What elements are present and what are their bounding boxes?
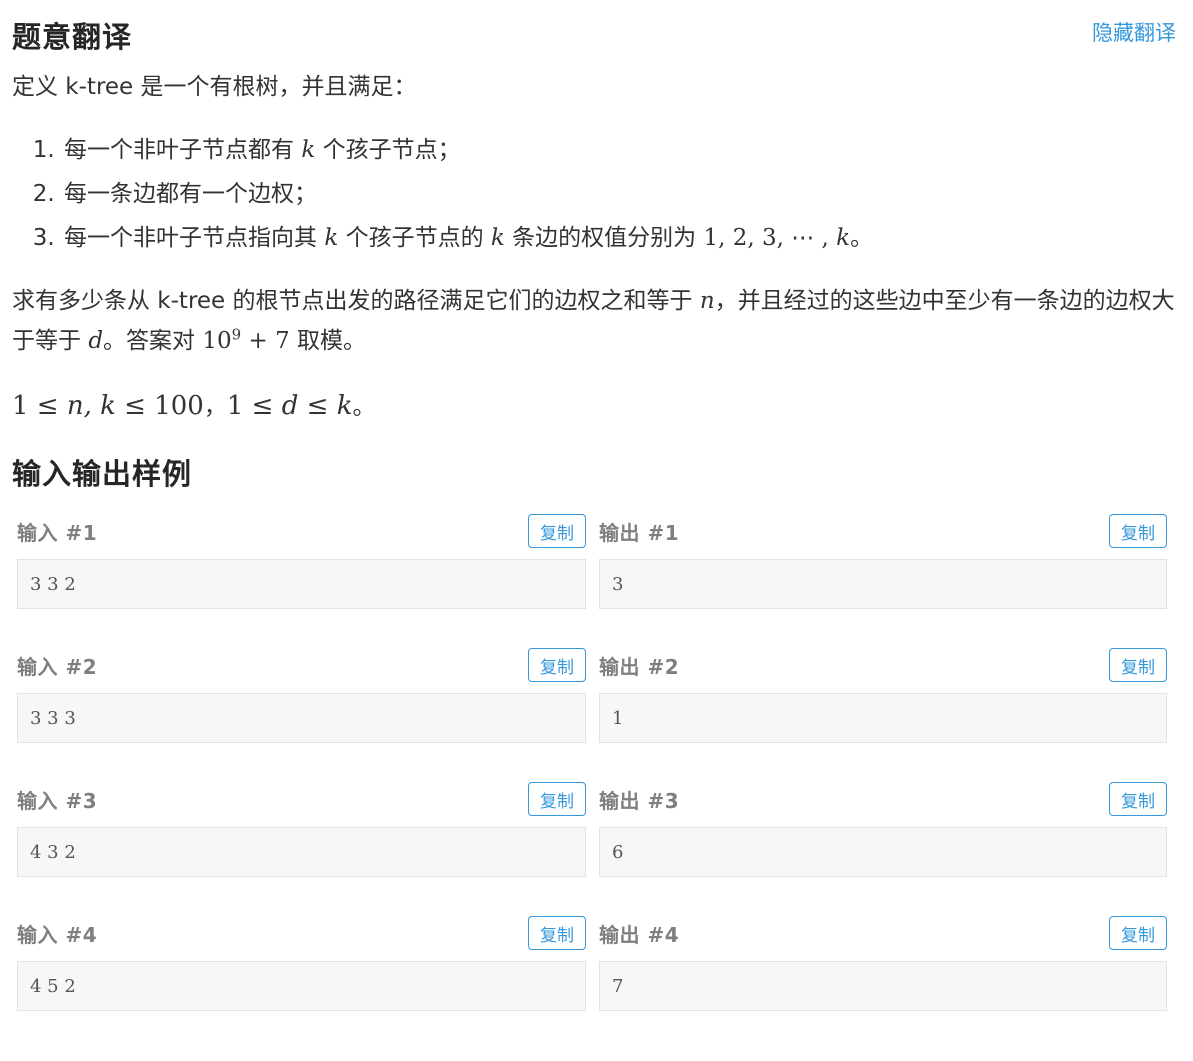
constraint-2-mid: ≤ xyxy=(298,391,337,421)
constraint-2-var2: k xyxy=(336,391,353,421)
constraint-1-tail: ≤ 100 xyxy=(115,391,204,421)
copy-input-button[interactable]: 复制 xyxy=(528,648,586,682)
rule-3-mid: 个孩子节点的 xyxy=(345,225,484,251)
rule-2-text: 每一条边都有一个边权； xyxy=(64,181,317,207)
output-box[interactable]: 7 xyxy=(599,961,1167,1011)
question-part-4: 取模。 xyxy=(297,328,367,354)
copy-input-button[interactable]: 复制 xyxy=(528,916,586,950)
copy-output-button[interactable]: 复制 xyxy=(1109,514,1167,548)
math-d: d xyxy=(88,328,104,354)
math-k: k xyxy=(836,225,851,251)
samples-header: 输入输出样例 xyxy=(12,441,1176,503)
copy-input-button[interactable]: 复制 xyxy=(528,782,586,816)
rule-item-2: 每一条边都有一个边权； xyxy=(62,172,1176,216)
problem-page: 题意翻译 隐藏翻译 定义 k-tree 是一个有根树，并且满足： 每一个非叶子节… xyxy=(12,0,1176,1047)
output-label: 输出 #1 xyxy=(599,520,680,545)
input-box[interactable]: 4 5 2 xyxy=(17,961,586,1011)
constraint-end: 。 xyxy=(352,394,376,420)
sample-input-head: 输入 #2 复制 xyxy=(17,645,586,685)
sample-output-head: 输出 #4 复制 xyxy=(599,913,1167,953)
definition-text: 定义 k-tree 是一个有根树，并且满足： xyxy=(12,74,417,100)
rule-3-mid2: 条边的权值分别为 xyxy=(512,225,697,251)
input-label: 输入 #2 xyxy=(17,654,98,679)
rules-list: 每一个非叶子节点都有 k 个孩子节点； 每一条边都有一个边权； 每一个非叶子节点… xyxy=(12,128,1176,260)
math-mod-exp: 9 xyxy=(231,325,242,344)
constraint-1-vars: n, k xyxy=(66,391,116,421)
copy-output-button[interactable]: 复制 xyxy=(1109,648,1167,682)
sample-input-2: 输入 #2 复制 3 3 3 xyxy=(17,645,586,779)
sample-output-2: 输出 #2 复制 1 xyxy=(599,645,1167,779)
rule-1-text: 每一个非叶子节点都有 xyxy=(64,137,294,163)
question-part-3: 。答案对 xyxy=(103,328,196,354)
output-box[interactable]: 6 xyxy=(599,827,1167,877)
sample-output-head: 输出 #1 复制 xyxy=(599,511,1167,551)
sample-output-head: 输出 #2 复制 xyxy=(599,645,1167,685)
copy-input-button[interactable]: 复制 xyxy=(528,514,586,548)
sample-input-4: 输入 #4 复制 4 5 2 xyxy=(17,913,586,1047)
rule-1-tail: 个孩子节点； xyxy=(322,137,461,163)
sample-input-1: 输入 #1 复制 3 3 2 xyxy=(17,511,586,645)
math-mod: 109 + 7 xyxy=(202,325,290,354)
input-box[interactable]: 4 3 2 xyxy=(17,827,586,877)
question-part-1: 求有多少条从 k-tree 的根节点出发的路径满足它们的边权之和等于 xyxy=(12,288,693,314)
sample-input-head: 输入 #4 复制 xyxy=(17,913,586,953)
math-sequence: 1, 2, 3, ⋯ , xyxy=(703,225,837,251)
output-box[interactable]: 3 xyxy=(599,559,1167,609)
constraints-text: 1 ≤ n, k ≤ 100，1 ≤ d ≤ k。 xyxy=(12,386,1176,427)
question-text: 求有多少条从 k-tree 的根节点出发的路径满足它们的边权之和等于 n，并且经… xyxy=(12,281,1176,361)
input-box[interactable]: 3 3 2 xyxy=(17,559,586,609)
input-label: 输入 #1 xyxy=(17,520,98,545)
rule-3-text: 每一个非叶子节点指向其 xyxy=(64,225,317,251)
math-mod-plus: + 7 xyxy=(241,328,290,354)
constraint-1-lead: 1 ≤ xyxy=(12,391,67,421)
math-mod-base: 10 xyxy=(202,328,232,354)
constraint-2-lead: 1 ≤ xyxy=(226,391,282,421)
sample-input-head: 输入 #3 复制 xyxy=(17,779,586,819)
hide-translation-link[interactable]: 隐藏翻译 xyxy=(1092,17,1176,47)
samples-grid: 输入 #1 复制 3 3 2 输出 #1 复制 3 输入 #2 复制 3 3 3… xyxy=(17,511,1176,1047)
input-label: 输入 #3 xyxy=(17,788,98,813)
sample-output-4: 输出 #4 复制 7 xyxy=(599,913,1167,1047)
rule-item-3: 每一个非叶子节点指向其 k 个孩子节点的 k 条边的权值分别为 1, 2, 3,… xyxy=(62,216,1176,260)
output-label: 输出 #4 xyxy=(599,922,680,947)
sample-input-head: 输入 #1 复制 xyxy=(17,511,586,551)
sample-output-3: 输出 #3 复制 6 xyxy=(599,779,1167,913)
math-k: k xyxy=(301,137,316,163)
input-label: 输入 #4 xyxy=(17,922,98,947)
output-label: 输出 #3 xyxy=(599,788,680,813)
rule-3-tail: 。 xyxy=(850,225,874,251)
copy-output-button[interactable]: 复制 xyxy=(1109,916,1167,950)
translation-header: 题意翻译 隐藏翻译 xyxy=(12,0,1176,70)
rule-item-1: 每一个非叶子节点都有 k 个孩子节点； xyxy=(62,128,1176,172)
samples-title: 输入输出样例 xyxy=(12,457,193,491)
math-k: k xyxy=(490,225,505,251)
sample-output-1: 输出 #1 复制 3 xyxy=(599,511,1167,645)
sample-output-head: 输出 #3 复制 xyxy=(599,779,1167,819)
output-box[interactable]: 1 xyxy=(599,693,1167,743)
input-box[interactable]: 3 3 3 xyxy=(17,693,586,743)
math-k: k xyxy=(324,225,339,251)
sample-input-3: 输入 #3 复制 4 3 2 xyxy=(17,779,586,913)
copy-output-button[interactable]: 复制 xyxy=(1109,782,1167,816)
math-n: n xyxy=(699,288,715,314)
translation-title: 题意翻译 xyxy=(12,20,133,54)
constraint-2-var: d xyxy=(281,391,299,421)
constraint-separator: ， xyxy=(203,394,227,420)
output-label: 输出 #2 xyxy=(599,654,680,679)
